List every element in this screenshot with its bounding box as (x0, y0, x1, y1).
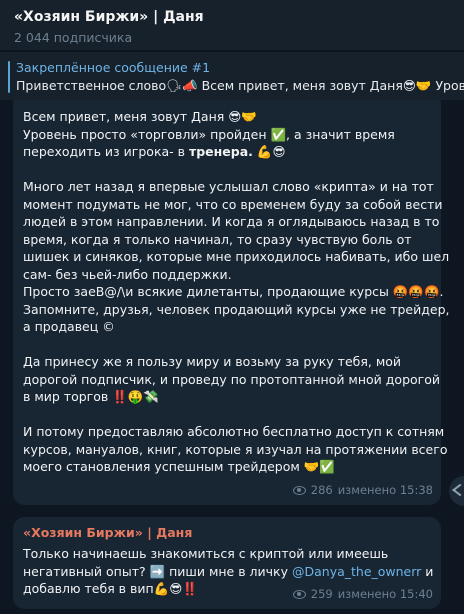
message-meta: 286 изменено 15:38 (292, 482, 433, 500)
bold-text: тренера. (188, 144, 253, 159)
text-line: моего становления успешным трейдером 🤝✅ (23, 459, 335, 474)
subscriber-count: 2 044 подписчика (14, 30, 133, 45)
chat-header[interactable]: «Хозяин Биржи» | Даня 2 044 подписчика (0, 0, 464, 50)
text-line: Просто заеВ@/\и всякие дилетанты, продаю… (23, 284, 444, 299)
text-line: дорогой подписчик, и проведу по протопта… (23, 371, 440, 387)
text-line: И потому предоставляю абсолютно бесплатн… (23, 424, 445, 439)
text-line: Запомните, друзья, человек продающий кур… (23, 301, 450, 317)
view-count: 259 (310, 586, 333, 601)
text-span: негативный опыт? ➡️ пиши мне в личку (23, 563, 292, 579)
message-meta: 259 изменено 15:40 (292, 586, 433, 604)
pinned-title: Закреплённое сообщение #1 (16, 60, 211, 75)
eye-icon (292, 485, 306, 495)
view-count: 286 (310, 482, 333, 497)
pinned-preview: Приветственное слово🗣📣 Всем привет, меня… (16, 78, 464, 93)
text-line: Да принесу же я пользу миру и возьму за … (23, 354, 402, 369)
pinned-indicator (8, 61, 10, 93)
text-line: переходить из игрока- в тренера. 💪😎 (23, 143, 431, 161)
text-line: негативный опыт? ➡️ пиши мне в личку @Da… (23, 563, 434, 581)
channel-title[interactable]: «Хозяин Биржи» | Даня (14, 8, 450, 26)
text-line: сам- без чьей-либо поддержки. (23, 266, 232, 282)
pinned-message-bar[interactable]: Закреплённое сообщение #1 Приветственное… (0, 51, 464, 100)
share-button[interactable] (449, 476, 464, 506)
message-bubble[interactable]: «Хозяин Биржи» | Даня Только начинаешь з… (13, 517, 441, 609)
text-line: Уровень просто «торговли» пройден ✅, а з… (23, 126, 395, 142)
text-span: 💪😎 (252, 144, 286, 159)
edited-timestamp: изменено 15:40 (337, 586, 433, 601)
message-author[interactable]: «Хозяин Биржи» | Даня (23, 525, 431, 541)
username-link[interactable]: @Danya_the_ownerr (292, 564, 421, 579)
message-list[interactable]: Всем привет, меня зовут Даня 😎🤝 Уровень … (0, 100, 464, 614)
text-line: время, когда я только начинал, то сразу … (23, 231, 412, 247)
text-line: курсов, мануалов, книг, которые я изучал… (23, 441, 448, 457)
post-paragraph: Всем привет, меня зовут Даня 😎🤝 Уровень … (23, 108, 431, 161)
post-paragraph: Много лет назад я впервые услышал слово … (23, 178, 450, 336)
eye-icon (292, 589, 306, 599)
text-line: шишек и синяков, которые мне приходилось… (23, 249, 450, 264)
post-paragraph: Да принесу же я пользу миру и возьму за … (23, 353, 440, 406)
text-line: Всем привет, меня зовут Даня 😎🤝 (23, 109, 257, 124)
text-span: переходить из игрока- в (23, 144, 189, 159)
text-line: Только начинаешь знакомиться с криптой и… (23, 546, 389, 561)
message-bubble[interactable]: Всем привет, меня зовут Даня 😎🤝 Уровень … (13, 100, 450, 505)
post-paragraph: И потому предоставляю абсолютно бесплатн… (23, 423, 448, 476)
text-span: и (421, 563, 434, 579)
edited-timestamp: изменено 15:38 (337, 482, 433, 497)
text-line: Много лет назад я впервые услышал слово … (23, 179, 434, 194)
text-line: людей в этом направлении. И когда я огля… (23, 214, 440, 229)
text-line: в мир торгов ‼️🤑💸 (23, 389, 159, 404)
text-line: момент подумать не мог, что со временем … (23, 196, 443, 212)
text-line: а продавец © (23, 319, 115, 334)
